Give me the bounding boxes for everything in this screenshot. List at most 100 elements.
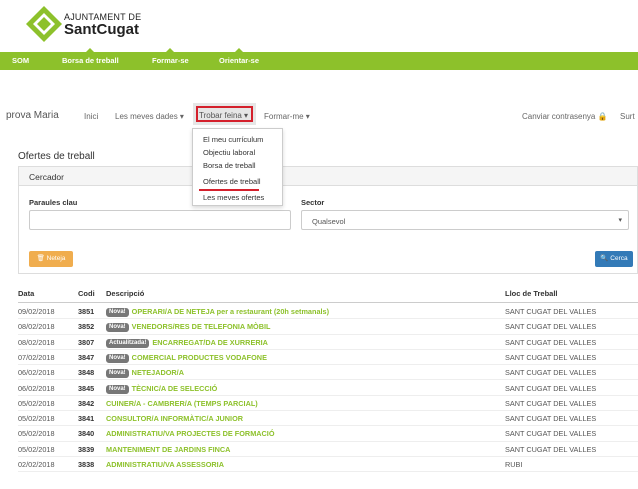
col-date: Data <box>18 289 35 298</box>
chevron-down-icon: ▾ <box>618 217 622 224</box>
keywords-label: Paraules clau <box>29 198 78 207</box>
row-date: 07/02/2018 <box>18 352 55 362</box>
table-row[interactable]: 02/02/2018 3838 ADMINISTRATIU/VA ASSESSORI… <box>18 457 638 473</box>
menu-item-meves-ofertes[interactable]: Les meves ofertes <box>203 193 264 202</box>
row-description-link[interactable]: Nova! COMERCIAL PRODUCTES VODAFONE <box>106 353 267 363</box>
nav-label: Formar-se <box>152 56 189 65</box>
row-description-link[interactable]: CUINER/A - CAMBRER/A (TEMPS PARCIAL) <box>106 399 258 408</box>
nav-label: Orientar-se <box>219 56 260 65</box>
row-description-link[interactable]: Nova! VENEDORS/RES DE TELEFONIA MÒBIL <box>106 322 271 333</box>
row-description-text: COMERCIAL PRODUCTES VODAFONE <box>131 352 267 362</box>
sector-label: Sector <box>301 198 325 207</box>
row-description-link[interactable]: Nova! TÈCNIC/A DE SELECCIÓ <box>106 384 217 394</box>
nav-formar-me[interactable]: Formar-me ▾ <box>264 112 310 121</box>
row-description-text: OPERARI/A DE NETEJA per a restaurant (20… <box>131 307 330 316</box>
nav-formar-se[interactable]: Formar-se <box>152 48 189 70</box>
row-description-link[interactable]: ADMINISTRATIU/VA PROJECTES DE FORMACIÓ <box>106 429 275 438</box>
status-badge: Nova! <box>106 369 129 379</box>
row-description-text: TÈCNIC/A DE SELECCIÓ <box>131 383 218 393</box>
row-date: 05/02/2018 <box>18 414 55 424</box>
row-description-text: MANTENIMENT DE JARDINS FINCA <box>106 444 231 454</box>
nav-meves-dades[interactable]: Les meves dades ▾ <box>115 112 184 121</box>
row-location: RUBI <box>505 460 523 469</box>
row-location: SANT CUGAT DEL VALLES <box>505 429 597 439</box>
row-description-text: NETEJADOR/A <box>131 368 184 378</box>
main-nav: SOM Borsa de treball Formar-se Orientar-… <box>0 48 638 70</box>
row-description-text: ADMINISTRATIU/VA PROJECTES DE FORMACIÓ <box>106 429 275 439</box>
menu-item-objectiu[interactable]: Objectiu laboral <box>203 148 255 157</box>
menu-item-curriculum[interactable]: El meu currículum <box>203 135 263 144</box>
row-description-text: ADMINISTRATIU/VA ASSESSORIA <box>106 460 224 469</box>
row-description-link[interactable]: ADMINISTRATIU/VA ASSESSORIA <box>106 460 224 469</box>
row-description-text: VENEDORS/RES DE TELEFONIA MÒBIL <box>131 322 271 332</box>
row-date: 06/02/2018 <box>18 383 55 393</box>
table-row[interactable]: 08/02/2018 3807 Actualitzada! ENCARREGAT/DA… <box>18 335 638 350</box>
row-location: SANT CUGAT DEL VALLES <box>505 337 597 347</box>
table-row[interactable]: 07/02/2018 3847 Nova! COMERCIAL PRODUCTES V… <box>18 350 638 366</box>
nav-borsa-de-treball[interactable]: Borsa de treball <box>62 48 119 70</box>
sant-cugat-logo-icon[interactable] <box>24 4 64 44</box>
row-description-link[interactable]: CONSULTOR/A INFORMÀTIC/A JUNIOR <box>106 414 243 423</box>
row-code: 3848 <box>78 368 95 378</box>
row-code: 3840 <box>78 429 95 439</box>
nav-label: Borsa de treball <box>62 56 119 65</box>
table-row[interactable]: 08/02/2018 3852 Nova! VENEDORS/RES DE TELEF… <box>18 319 638 335</box>
row-location: SANT CUGAT DEL VALLES <box>505 414 597 424</box>
trobar-feina-menu: El meu currículum Objectiu laboral Borsa… <box>192 128 283 206</box>
sector-select[interactable]: Qualsevol ▾ <box>301 210 629 230</box>
table-row[interactable]: 09/02/2018 3851 Nova! OPERARI/A DE NETEJA p… <box>18 304 638 320</box>
table-row[interactable]: 06/02/2018 3848 Nova! NETEJADOR/A SANT CUGAT… <box>18 365 638 381</box>
table-row[interactable]: 05/02/2018 3841 CONSULTOR/A INFORMÀTIC/A J… <box>18 411 638 427</box>
row-date: 05/02/2018 <box>18 429 55 439</box>
logo-line2: SantCugat <box>64 21 139 38</box>
clear-button[interactable]: 🗑 Neteja <box>29 251 73 267</box>
row-description-link[interactable]: Nova! NETEJADOR/A <box>106 368 184 379</box>
status-badge: Nova! <box>106 308 129 317</box>
col-location: Lloc de Treball <box>505 289 558 298</box>
row-code: 3807 <box>78 337 95 347</box>
table-row[interactable]: 05/02/2018 3840 ADMINISTRATIU/VA PROJECTES… <box>18 426 638 442</box>
keywords-input[interactable] <box>29 210 291 230</box>
table-row[interactable]: 06/02/2018 3845 Nova! TÈCNIC/A DE SELECCIÓ S… <box>18 381 638 396</box>
page-title: Ofertes de treball <box>18 151 95 162</box>
status-badge: Nova! <box>106 323 129 333</box>
row-location: SANT CUGAT DEL VALLES <box>505 398 597 408</box>
row-description-text: ENCARREGAT/DA DE XURRERIA <box>152 337 268 347</box>
menu-item-ofertes[interactable]: Ofertes de treball <box>203 177 261 186</box>
row-code: 3845 <box>78 383 95 393</box>
nav-som[interactable]: SOM <box>12 52 29 70</box>
row-code: 3847 <box>78 352 95 362</box>
nav-indicator-icon <box>235 48 244 52</box>
row-location: SANT CUGAT DEL VALLES <box>505 322 597 332</box>
row-description-link[interactable]: MANTENIMENT DE JARDINS FINCA <box>106 445 230 454</box>
row-location: SANT CUGAT DEL VALLES <box>505 368 597 378</box>
nav-orientar-se[interactable]: Orientar-se <box>219 48 260 70</box>
row-location: SANT CUGAT DEL VALLES <box>505 383 597 393</box>
table-row[interactable]: 05/02/2018 3839 MANTENIMENT DE JARDINS FIN… <box>18 442 638 457</box>
table-row[interactable]: 05/02/2018 3842 CUINER/A - CAMBRER/A (TEMP… <box>18 396 638 412</box>
nav-inici[interactable]: Inici <box>84 112 98 121</box>
status-badge: Nova! <box>106 353 129 363</box>
search-button[interactable]: 🔍 Cerca <box>595 251 633 267</box>
change-password-link[interactable]: Canviar contrasenya 🔒 <box>522 112 608 121</box>
search-panel-header: Cercador <box>19 167 637 186</box>
row-code: 3838 <box>78 460 95 469</box>
row-description-link[interactable]: Actualitzada! ENCARREGAT/DA DE XURRERIA <box>106 338 268 348</box>
table-header: Data Codi Descripció Lloc de Treball <box>18 286 638 303</box>
row-date: 06/02/2018 <box>18 368 55 378</box>
user-nav: prova Maria Inici Les meves dades ▾ Form… <box>0 100 638 128</box>
row-location: SANT CUGAT DEL VALLES <box>505 444 597 454</box>
row-location: SANT CUGAT DEL VALLES <box>505 352 597 362</box>
row-code: 3839 <box>78 444 95 454</box>
row-date: 05/02/2018 <box>18 444 55 454</box>
row-code: 3851 <box>78 307 95 316</box>
row-description-link[interactable]: Nova! OPERARI/A DE NETEJA per a restauran… <box>106 307 329 317</box>
row-description-text: CONSULTOR/A INFORMÀTIC/A JUNIOR <box>106 414 244 424</box>
status-badge: Actualitzada! <box>106 338 150 348</box>
status-badge: Nova! <box>106 384 129 394</box>
row-code: 3842 <box>78 398 95 408</box>
nav-indicator-icon <box>86 48 95 52</box>
logout-link[interactable]: Surt <box>620 112 635 121</box>
nav-trobar-feina[interactable]: Trobar feina ▾ <box>199 111 248 120</box>
menu-item-borsa[interactable]: Borsa de treball <box>203 161 256 170</box>
